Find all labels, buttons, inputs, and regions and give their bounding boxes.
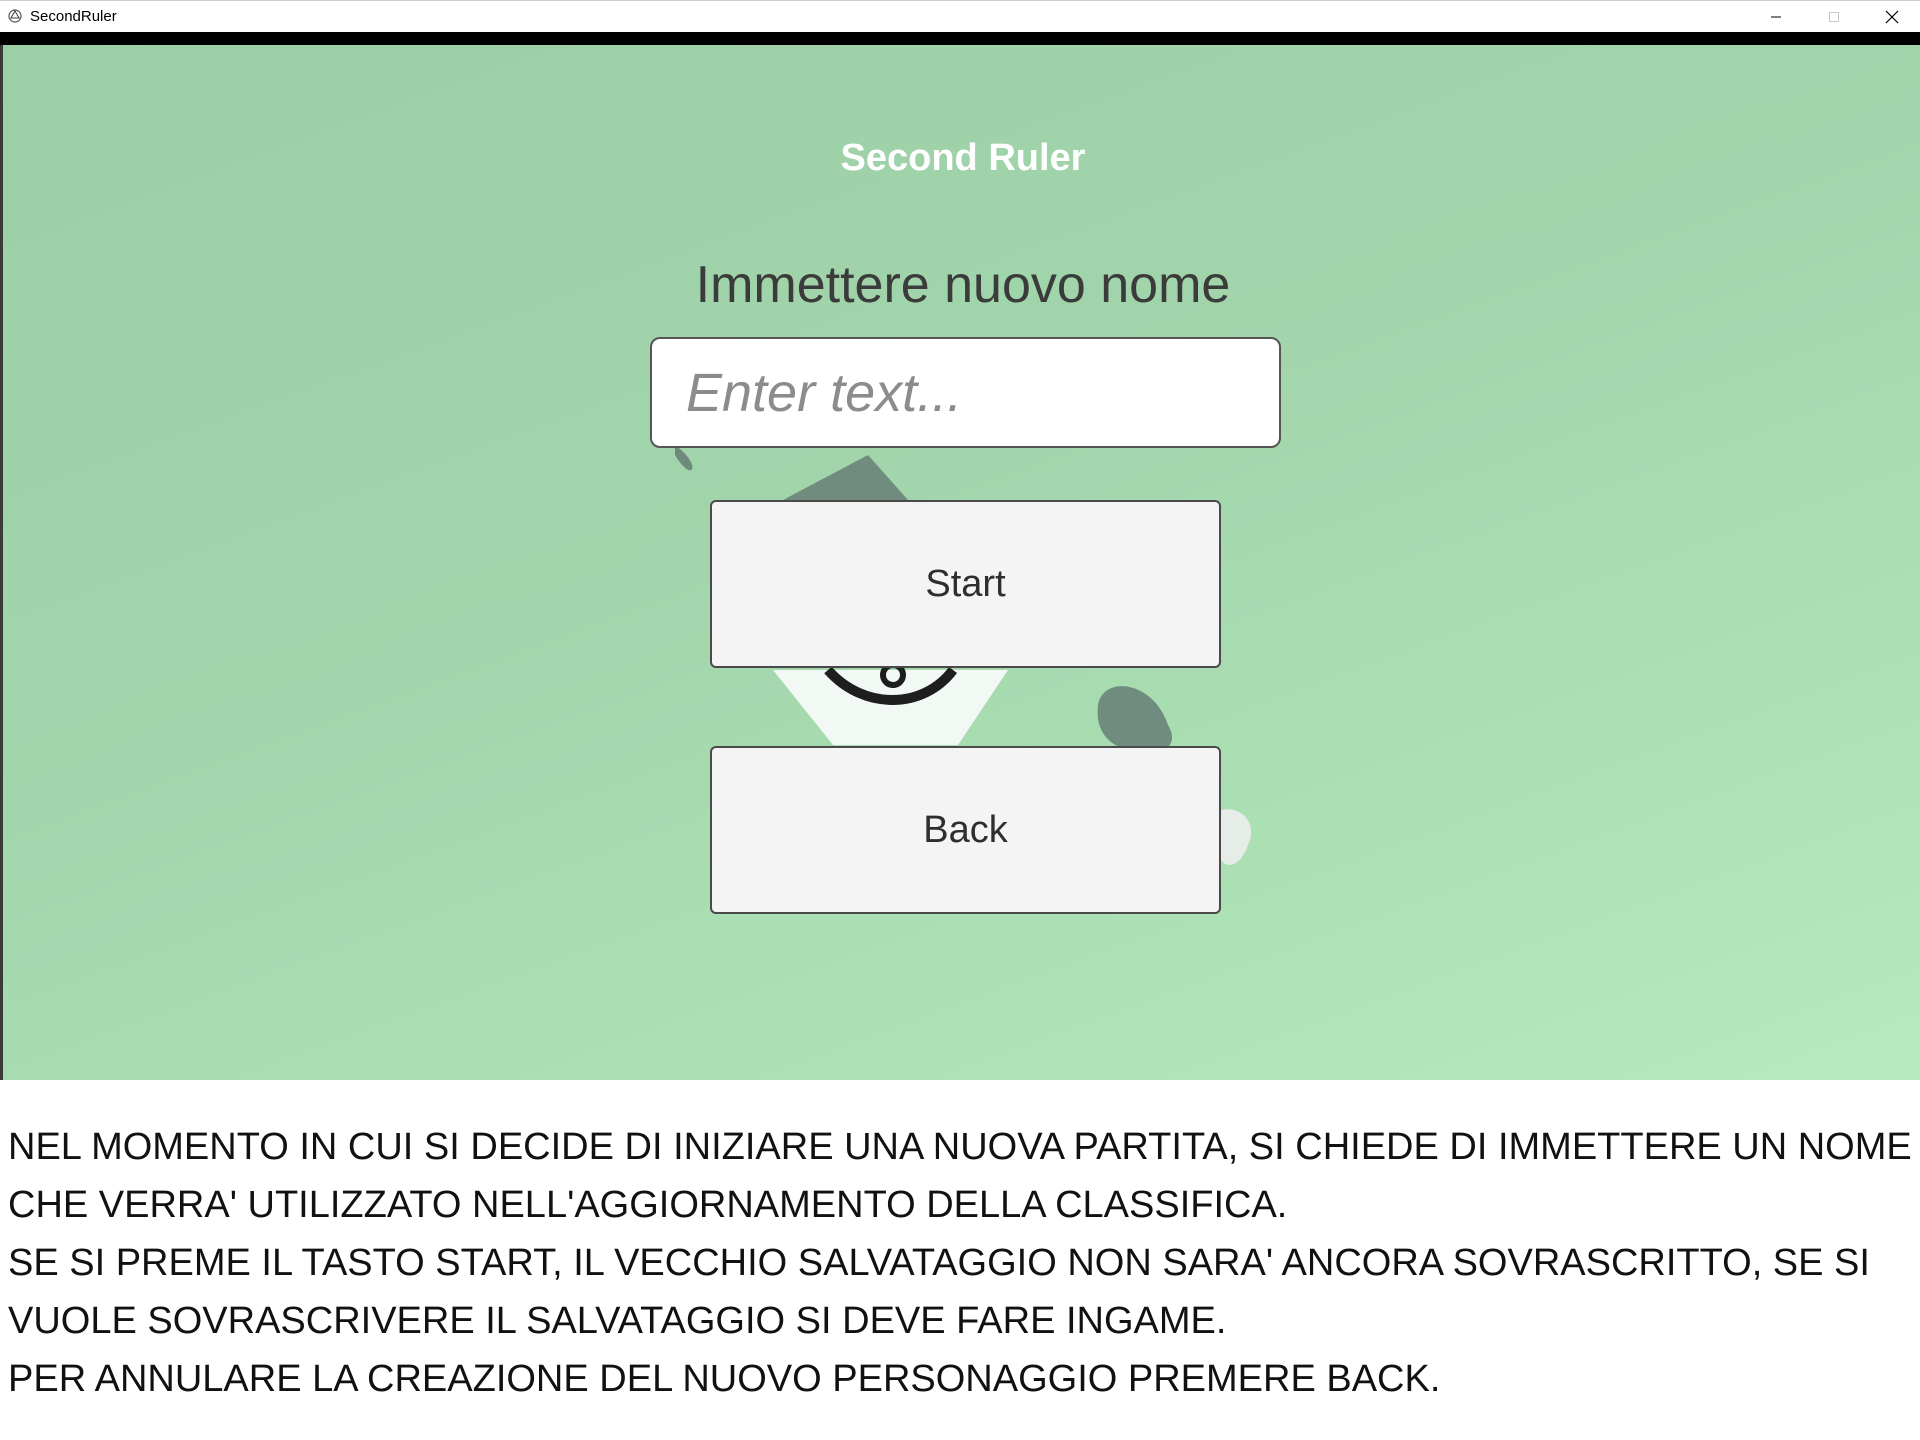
maximize-button[interactable]: [1805, 1, 1863, 33]
window-top-border: [0, 32, 1920, 45]
maximize-icon: [1829, 12, 1839, 22]
window-title: SecondRuler: [30, 8, 117, 25]
game-viewport: Second Ruler Immettere nuovo nome Start …: [0, 45, 1920, 1080]
background-blob: [1097, 686, 1173, 754]
game-title: Second Ruler: [840, 137, 1086, 179]
minimize-button[interactable]: [1747, 1, 1805, 33]
start-button[interactable]: Start: [710, 500, 1221, 668]
caption-paragraph: SE SI PREME IL TASTO START, IL VECCHIO S…: [8, 1242, 1870, 1342]
background-eye-shape: [773, 670, 1008, 745]
background-dark-shape: [783, 455, 908, 500]
unity-app-icon: [8, 9, 22, 23]
close-icon: [1885, 10, 1899, 24]
minimize-icon: [1771, 16, 1781, 18]
window-titlebar: SecondRuler: [0, 0, 1920, 32]
name-prompt-label: Immettere nuovo nome: [695, 256, 1231, 314]
back-button-label: Back: [923, 808, 1008, 851]
player-name-input[interactable]: [650, 337, 1281, 448]
background-dark-shape: [675, 445, 693, 471]
back-button[interactable]: Back: [710, 746, 1221, 914]
start-button-label: Start: [925, 562, 1006, 605]
caption-paragraph: NEL MOMENTO IN CUI SI DECIDE DI INIZIARE…: [8, 1126, 1912, 1226]
close-button[interactable]: [1863, 1, 1920, 33]
caption-text: NEL MOMENTO IN CUI SI DECIDE DI INIZIARE…: [8, 1118, 1912, 1408]
background-white-fragment: [1221, 809, 1252, 865]
page: SecondRuler Second Ruler Immettere nuovo…: [0, 0, 1920, 1440]
caption-paragraph: PER ANNULARE LA CREAZIONE DEL NUOVO PERS…: [8, 1358, 1441, 1400]
